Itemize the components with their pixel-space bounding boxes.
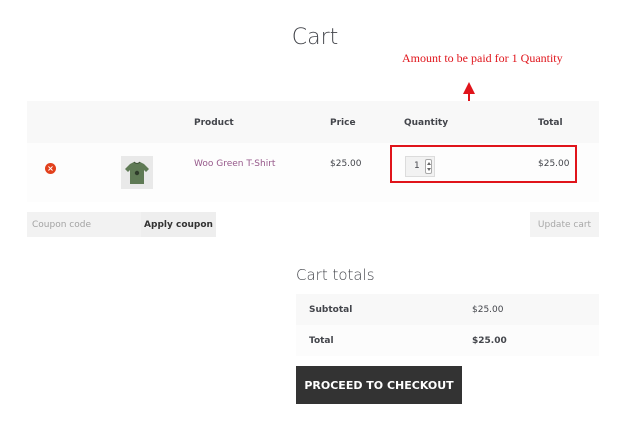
total-value: $25.00 bbox=[472, 336, 507, 346]
product-price: $25.00 bbox=[330, 159, 362, 169]
product-link[interactable]: Woo Green T-Shirt bbox=[194, 159, 275, 169]
header-quantity: Quantity bbox=[404, 118, 449, 128]
annotation-highlight-box bbox=[390, 145, 577, 183]
remove-circle-icon[interactable]: × bbox=[45, 163, 56, 174]
t-shirt-icon bbox=[125, 161, 149, 184]
header-price: Price bbox=[330, 118, 356, 128]
header-total: Total bbox=[538, 118, 563, 128]
subtotal-value: $25.00 bbox=[472, 305, 504, 315]
proceed-to-checkout-button[interactable]: PROCEED TO CHECKOUT bbox=[296, 366, 462, 404]
product-thumbnail[interactable] bbox=[121, 156, 153, 189]
page-title: Cart bbox=[291, 25, 339, 50]
cart-table-header: Product Price Quantity Total bbox=[27, 101, 599, 143]
subtotal-label: Subtotal bbox=[309, 305, 353, 315]
header-product: Product bbox=[194, 118, 234, 128]
annotation-label: Amount to be paid for 1 Quantity bbox=[402, 51, 563, 65]
totals-row-subtotal: Subtotal $25.00 bbox=[296, 294, 599, 325]
totals-row-total: Total $25.00 bbox=[296, 325, 599, 356]
cart-totals-table: Subtotal $25.00 Total $25.00 bbox=[296, 294, 599, 356]
apply-coupon-button[interactable]: Apply coupon bbox=[141, 212, 216, 237]
arrow-head bbox=[463, 82, 475, 94]
coupon-code-input[interactable] bbox=[27, 212, 141, 237]
total-label: Total bbox=[309, 336, 334, 346]
update-cart-button[interactable]: Update cart bbox=[530, 212, 599, 237]
cart-totals-title: Cart totals bbox=[296, 266, 375, 284]
